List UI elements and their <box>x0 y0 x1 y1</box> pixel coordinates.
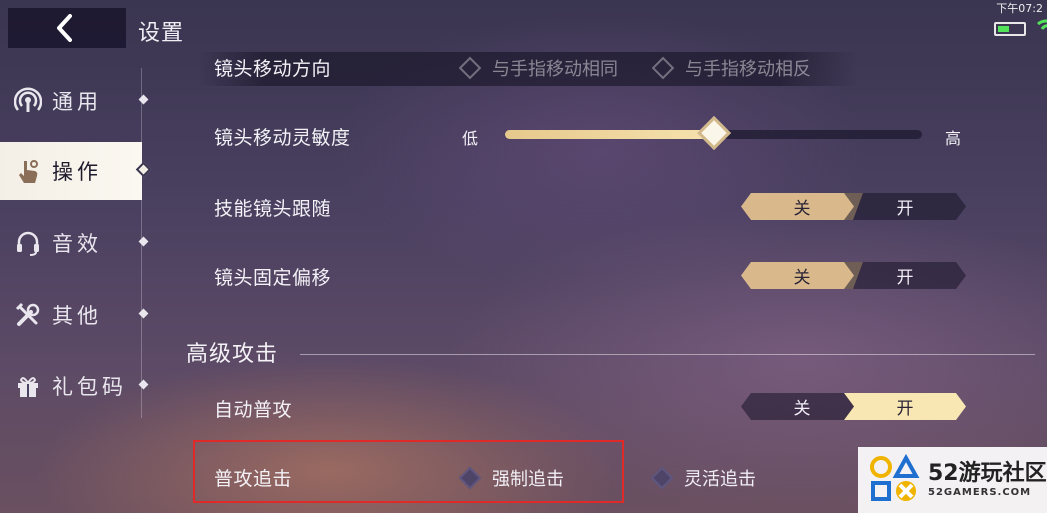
sidebar-item-general[interactable]: 通用 <box>0 72 149 130</box>
section-title: 高级攻击 <box>186 342 279 367</box>
watermark: 52游玩社区 52GAMERS.COM <box>858 447 1047 513</box>
nav-diamond <box>138 236 149 247</box>
camera-direction-label: 镜头移动方向 <box>214 58 332 80</box>
watermark-site: 52GAMERS.COM <box>928 487 1032 498</box>
nav-diamond <box>135 161 152 178</box>
radio-diamond-icon <box>458 56 482 80</box>
toggle-off-option[interactable]: 关 <box>741 262 863 289</box>
toggle-on-option[interactable]: 开 <box>844 393 966 420</box>
back-button[interactable] <box>8 8 126 48</box>
attack-chase-flexible-option[interactable]: 灵活追击 <box>650 465 756 491</box>
toggle-on-option[interactable]: 开 <box>844 262 966 289</box>
radio-diamond-icon <box>651 56 675 80</box>
camera-fixed-offset-toggle[interactable]: 关 开 <box>741 262 966 289</box>
slider-high-label: 高 <box>945 129 962 148</box>
sidebar-item-other[interactable]: 其他 <box>0 286 149 344</box>
gift-icon <box>14 372 42 400</box>
hand-pointer-icon <box>14 157 42 185</box>
highlight-box <box>193 440 624 503</box>
section-divider <box>300 354 1035 355</box>
camera-sensitivity-label: 镜头移动灵敏度 <box>214 127 351 149</box>
nav-diamond <box>138 379 149 390</box>
slider-thumb[interactable] <box>696 116 731 150</box>
sidebar-item-controls[interactable]: 操作 <box>0 142 152 200</box>
sidebar-item-label: 操作 <box>52 160 102 184</box>
sidebar-item-audio[interactable]: 音效 <box>0 214 149 272</box>
camera-direction-same-option[interactable]: 与手指移动相同 <box>458 55 618 81</box>
status-time: 下午07:2 <box>996 2 1043 15</box>
nav-diamond <box>138 94 149 105</box>
sidebar-item-label: 礼包码 <box>52 375 127 399</box>
watermark-logo-icon <box>870 453 920 501</box>
sidebar-item-label: 其他 <box>52 304 102 328</box>
radio-diamond-icon <box>650 466 674 490</box>
headset-icon <box>14 229 42 257</box>
camera-direction-reverse-option[interactable]: 与手指移动相反 <box>651 55 811 81</box>
sidebar-item-gift-code[interactable]: 礼包码 <box>0 357 149 415</box>
page-title: 设置 <box>138 21 185 46</box>
skill-camera-follow-label: 技能镜头跟随 <box>214 198 332 220</box>
watermark-name: 52游玩社区 <box>928 461 1047 486</box>
signal-icon <box>14 87 42 115</box>
nav-diamond <box>138 308 149 319</box>
sidebar-item-label: 通用 <box>52 90 102 114</box>
battery-icon <box>994 22 1026 36</box>
slider-low-label: 低 <box>462 129 479 148</box>
sensitivity-slider[interactable] <box>505 116 922 150</box>
camera-fixed-offset-label: 镜头固定偏移 <box>214 267 332 289</box>
auto-attack-toggle[interactable]: 关 开 <box>741 393 966 420</box>
skill-camera-follow-toggle[interactable]: 关 开 <box>741 193 966 220</box>
tools-icon <box>14 301 42 329</box>
auto-attack-label: 自动普攻 <box>214 399 293 421</box>
wifi-icon <box>1037 19 1047 30</box>
chevron-left-icon <box>57 14 72 42</box>
toggle-off-option[interactable]: 关 <box>741 393 863 420</box>
slider-fill <box>505 130 714 139</box>
sidebar-item-label: 音效 <box>52 232 102 256</box>
toggle-on-option[interactable]: 开 <box>844 193 966 220</box>
toggle-off-option[interactable]: 关 <box>741 193 863 220</box>
